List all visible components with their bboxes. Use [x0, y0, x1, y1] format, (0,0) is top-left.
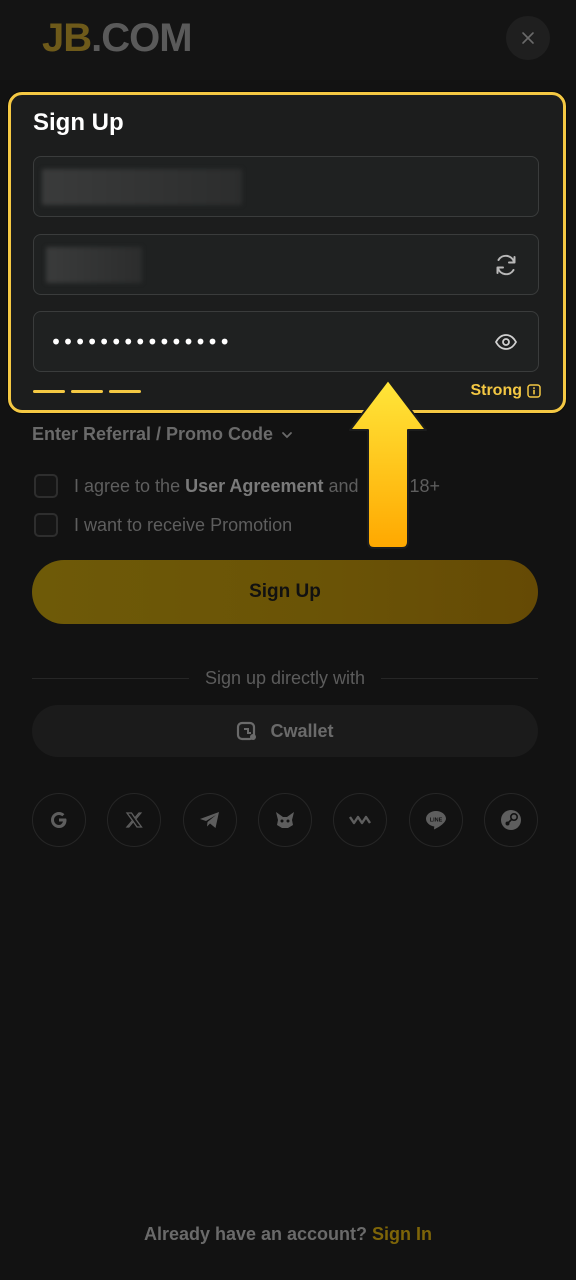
refresh-button[interactable]: [492, 251, 520, 279]
cwallet-icon: [237, 721, 257, 741]
signin-link[interactable]: Sign In: [372, 1224, 432, 1244]
agree-prefix: I agree to the: [74, 475, 186, 496]
info-icon[interactable]: [527, 384, 541, 398]
strength-bar: [71, 390, 103, 393]
steam-icon: [500, 810, 521, 830]
metamask-icon: [275, 812, 294, 828]
strength-bar: [109, 390, 141, 393]
social-login-row: LINE: [32, 793, 538, 847]
arrow-up-icon: [349, 379, 427, 549]
logo: JB.COM: [42, 16, 193, 60]
google-icon: [51, 812, 67, 828]
signup-button-label: Sign Up: [249, 581, 321, 602]
alt-signup-divider: Sign up directly with: [32, 666, 539, 690]
line-icon: LINE: [425, 811, 446, 830]
password-value: •••••••••••••••: [50, 330, 231, 354]
chevron-down-icon: [282, 431, 292, 438]
strength-indicator: Strong: [470, 382, 541, 400]
steam-login-button[interactable]: [483, 793, 538, 847]
promotion-row: I want to receive Promotion: [34, 513, 292, 537]
telegram-login-button[interactable]: [182, 793, 237, 847]
logo-brand: JB: [42, 16, 92, 60]
x-login-button[interactable]: [107, 793, 162, 847]
line-login-button[interactable]: LINE: [408, 793, 463, 847]
captcha-redacted: [46, 247, 142, 283]
promotion-label: I want to receive Promotion: [74, 514, 293, 535]
telegram-icon: [199, 812, 219, 828]
cwallet-label: Cwallet: [270, 720, 334, 741]
google-login-button[interactable]: [32, 793, 86, 847]
x-icon: [125, 812, 144, 828]
signup-title: Sign Up: [33, 109, 124, 136]
password-field[interactable]: •••••••••••••••: [33, 311, 539, 372]
strength-bar: [33, 390, 65, 393]
toggle-password-visibility[interactable]: [492, 328, 520, 356]
walletconnect-login-button[interactable]: [333, 793, 388, 847]
signup-card: Sign Up ••••••••••••••• Strong: [8, 92, 566, 413]
eye-icon: [494, 334, 518, 350]
username-redacted: [42, 169, 242, 205]
svg-text:LINE: LINE: [429, 818, 442, 824]
close-icon: [522, 32, 534, 44]
divider-text: Sign up directly with: [204, 667, 366, 688]
captcha-field[interactable]: [33, 234, 539, 295]
user-agreement-link[interactable]: User Agreement: [185, 476, 323, 496]
password-strength-meter: [33, 390, 141, 393]
signin-prompt: Already have an account? Sign In: [0, 1224, 576, 1245]
divider-line-left: [32, 677, 189, 679]
refresh-icon: [496, 254, 516, 276]
signup-button[interactable]: Sign Up: [32, 560, 538, 624]
top-bar: JB.COM: [0, 0, 576, 80]
cwallet-button[interactable]: Cwallet: [32, 705, 538, 757]
metamask-login-button[interactable]: [257, 793, 312, 847]
logo-suffix: .COM: [91, 16, 192, 60]
strength-label: Strong: [470, 382, 522, 399]
referral-toggle[interactable]: Enter Referral / Promo Code: [32, 424, 293, 445]
divider-line-right: [381, 677, 539, 679]
username-field[interactable]: [33, 156, 539, 217]
close-button[interactable]: [506, 16, 550, 60]
signin-prompt-text: Already have an account?: [143, 1224, 368, 1244]
walletconnect-icon: [349, 815, 372, 825]
agreement-checkbox[interactable]: [34, 474, 58, 498]
referral-label: Enter Referral / Promo Code: [32, 424, 274, 444]
promotion-checkbox[interactable]: [34, 513, 58, 537]
